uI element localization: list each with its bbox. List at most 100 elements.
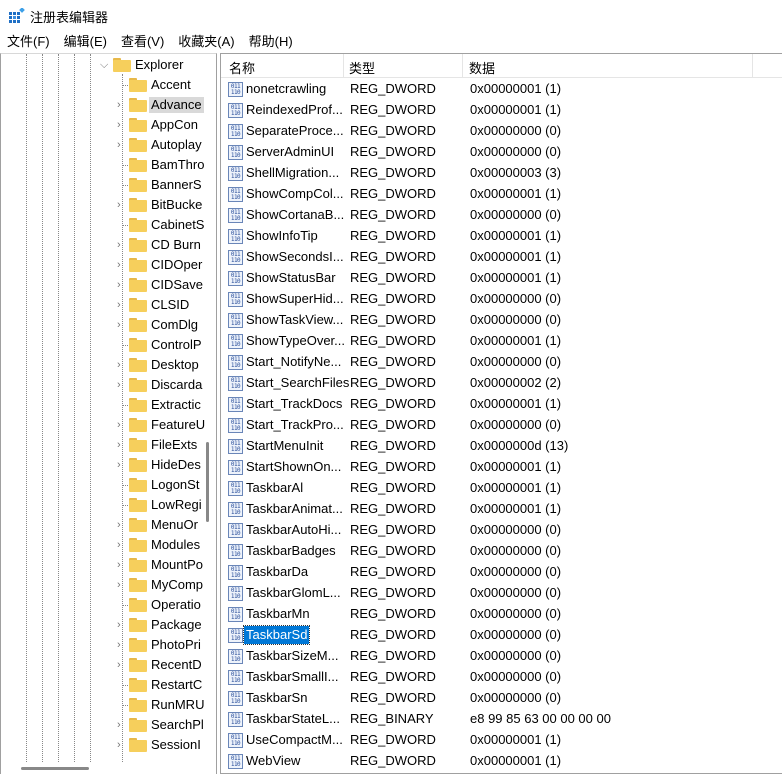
chevron-right-icon[interactable]: › bbox=[117, 658, 127, 672]
column-header-data[interactable]: 数据 bbox=[469, 58, 495, 77]
value-row[interactable]: 011 110 nonetcrawling REG_DWORD 0x0000000… bbox=[221, 79, 781, 100]
value-row[interactable]: 011 110 ShowStatusBar REG_DWORD 0x0000000… bbox=[221, 268, 781, 289]
column-divider[interactable] bbox=[752, 54, 753, 78]
chevron-right-icon[interactable]: › bbox=[117, 578, 127, 592]
column-divider[interactable] bbox=[462, 54, 463, 78]
tree-node[interactable]: › SearchPl bbox=[1, 715, 204, 735]
value-row[interactable]: 011 110 Start_SearchFiles REG_DWORD 0x000… bbox=[221, 373, 781, 394]
menu-edit[interactable]: 编辑(E) bbox=[57, 32, 114, 52]
chevron-right-icon[interactable]: › bbox=[117, 198, 127, 212]
chevron-right-icon[interactable]: › bbox=[117, 518, 127, 532]
column-header-name[interactable]: 名称 bbox=[229, 58, 255, 77]
chevron-right-icon[interactable]: › bbox=[117, 118, 127, 132]
tree-node[interactable]: › Autoplay bbox=[1, 135, 202, 155]
chevron-right-icon[interactable]: › bbox=[117, 438, 127, 452]
tree-node[interactable]: BannerS bbox=[1, 175, 202, 195]
tree-node[interactable]: › Desktop bbox=[1, 355, 201, 375]
tree-node[interactable]: › CLSID bbox=[1, 295, 201, 315]
value-row[interactable]: 011 110 TaskbarAl REG_DWORD 0x00000001 (1… bbox=[221, 478, 781, 499]
value-row[interactable]: 011 110 TaskbarAnimat... REG_DWORD 0x0000… bbox=[221, 499, 781, 520]
value-row[interactable]: 011 110 StartShownOn... REG_DWORD 0x00000… bbox=[221, 457, 781, 478]
tree-node[interactable]: Accent bbox=[1, 75, 201, 95]
chevron-right-icon[interactable]: › bbox=[117, 278, 127, 292]
value-row[interactable]: 011 110 TaskbarGlomL... REG_DWORD 0x00000… bbox=[221, 583, 781, 604]
chevron-right-icon[interactable]: › bbox=[117, 738, 127, 752]
value-row[interactable]: 011 110 TaskbarDa REG_DWORD 0x00000000 (0… bbox=[221, 562, 781, 583]
value-row[interactable]: 011 110 WebView REG_DWORD 0x00000001 (1) bbox=[221, 751, 781, 772]
tree-vertical-scrollbar[interactable] bbox=[206, 442, 209, 522]
chevron-right-icon[interactable]: › bbox=[117, 618, 127, 632]
chevron-right-icon[interactable]: › bbox=[117, 298, 127, 312]
value-row[interactable]: 011 110 ShowTaskView... REG_DWORD 0x00000… bbox=[221, 310, 781, 331]
value-row[interactable]: 011 110 TaskbarStateL... REG_BINARY e8 99… bbox=[221, 709, 781, 730]
value-row[interactable]: 011 110 Start_TrackDocs REG_DWORD 0x00000… bbox=[221, 394, 781, 415]
value-row[interactable]: 011 110 ShowTypeOver... REG_DWORD 0x00000… bbox=[221, 331, 781, 352]
chevron-right-icon[interactable]: › bbox=[117, 138, 127, 152]
chevron-right-icon[interactable]: › bbox=[117, 418, 127, 432]
value-row[interactable]: 011 110 TaskbarSmallI... REG_DWORD 0x0000… bbox=[221, 667, 781, 688]
chevron-right-icon[interactable]: › bbox=[117, 258, 127, 272]
chevron-right-icon[interactable]: › bbox=[117, 638, 127, 652]
tree-node[interactable]: › Modules bbox=[1, 535, 201, 555]
value-row[interactable]: 011 110 TaskbarSn REG_DWORD 0x00000000 (0… bbox=[221, 688, 781, 709]
tree-node[interactable]: ControlP bbox=[1, 335, 202, 355]
value-row[interactable]: 011 110 Start_TrackPro... REG_DWORD 0x000… bbox=[221, 415, 781, 436]
values-list[interactable]: 名称 类型 数据 011 110 nonetcrawling REG_DWORD … bbox=[220, 53, 782, 774]
value-row[interactable]: 011 110 ShowCompCol... REG_DWORD 0x000000… bbox=[221, 184, 781, 205]
menu-help[interactable]: 帮助(H) bbox=[242, 32, 300, 52]
chevron-right-icon[interactable]: › bbox=[117, 238, 127, 252]
column-divider[interactable] bbox=[343, 54, 344, 78]
tree-node[interactable]: › FeatureU bbox=[1, 415, 205, 435]
tree-node[interactable]: CabinetS bbox=[1, 215, 204, 235]
tree-node[interactable]: › RecentD bbox=[1, 655, 202, 675]
chevron-right-icon[interactable]: › bbox=[117, 378, 127, 392]
tree-node[interactable]: › ComDlg bbox=[1, 315, 201, 335]
tree-node[interactable]: RunMRU bbox=[1, 695, 204, 715]
value-row[interactable]: 011 110 ShowInfoTip REG_DWORD 0x00000001 … bbox=[221, 226, 781, 247]
chevron-right-icon[interactable]: › bbox=[117, 718, 127, 732]
value-row[interactable]: 011 110 TaskbarMn REG_DWORD 0x00000000 (0… bbox=[221, 604, 781, 625]
menu-view[interactable]: 查看(V) bbox=[114, 32, 171, 52]
chevron-right-icon[interactable]: › bbox=[117, 358, 127, 372]
tree-node[interactable]: LogonSt bbox=[1, 475, 201, 495]
value-row[interactable]: 011 110 ServerAdminUI REG_DWORD 0x0000000… bbox=[221, 142, 781, 163]
tree-node[interactable]: › BitBucke bbox=[1, 195, 202, 215]
chevron-right-icon[interactable]: › bbox=[117, 538, 127, 552]
tree-horizontal-scrollbar[interactable] bbox=[21, 767, 89, 770]
tree-node[interactable]: › FileExts bbox=[1, 435, 201, 455]
value-row[interactable]: 011 110 ShowSecondsI... REG_DWORD 0x00000… bbox=[221, 247, 781, 268]
value-row[interactable]: 011 110 ShowCortanaB... REG_DWORD 0x00000… bbox=[221, 205, 781, 226]
value-row[interactable]: 011 110 ShellMigration... REG_DWORD 0x000… bbox=[221, 163, 781, 184]
tree-node-explorer[interactable]: ⌵ Explorer bbox=[1, 55, 201, 75]
column-header-type[interactable]: 类型 bbox=[349, 58, 375, 77]
value-row[interactable]: 011 110 ReindexedProf... REG_DWORD 0x0000… bbox=[221, 100, 781, 121]
tree-node[interactable]: RestartC bbox=[1, 675, 202, 695]
tree-node[interactable]: › MyComp bbox=[1, 575, 203, 595]
value-row[interactable]: 011 110 StartMenuInit REG_DWORD 0x0000000… bbox=[221, 436, 781, 457]
tree-node[interactable]: › CIDOper bbox=[1, 255, 202, 275]
tree-node[interactable]: › AppCon bbox=[1, 115, 201, 135]
menu-file[interactable]: 文件(F) bbox=[0, 32, 57, 52]
tree-node[interactable]: › MountPo bbox=[1, 555, 203, 575]
tree-node[interactable]: Operatio bbox=[1, 595, 201, 615]
tree-node[interactable]: BamThro bbox=[1, 155, 204, 175]
tree-node[interactable]: › CIDSave bbox=[1, 275, 203, 295]
value-row[interactable]: 011 110 Start_NotifyNe... REG_DWORD 0x000… bbox=[221, 352, 781, 373]
chevron-right-icon[interactable]: › bbox=[117, 458, 127, 472]
tree-node[interactable]: › HideDes bbox=[1, 455, 201, 475]
value-row[interactable]: 011 110 TaskbarSizeM... REG_DWORD 0x00000… bbox=[221, 646, 781, 667]
tree-node[interactable]: › CD Burn bbox=[1, 235, 201, 255]
chevron-right-icon[interactable]: › bbox=[117, 98, 127, 112]
tree-node[interactable]: › PhotoPri bbox=[1, 635, 201, 655]
tree-node[interactable]: Extractic bbox=[1, 395, 201, 415]
menu-favorites[interactable]: 收藏夹(A) bbox=[171, 32, 241, 52]
chevron-down-icon[interactable]: ⌵ bbox=[100, 58, 110, 72]
tree-node[interactable]: › Discarda bbox=[1, 375, 202, 395]
chevron-right-icon[interactable]: › bbox=[117, 318, 127, 332]
value-row[interactable]: 011 110 UseCompactM... REG_DWORD 0x000000… bbox=[221, 730, 781, 751]
tree-node[interactable]: › Advance bbox=[1, 95, 204, 115]
chevron-right-icon[interactable]: › bbox=[117, 558, 127, 572]
value-row[interactable]: 011 110 TaskbarSd REG_DWORD 0x00000000 (0… bbox=[221, 625, 781, 646]
tree-node[interactable]: › SessionI bbox=[1, 735, 201, 755]
value-row[interactable]: 011 110 TaskbarAutoHi... REG_DWORD 0x0000… bbox=[221, 520, 781, 541]
